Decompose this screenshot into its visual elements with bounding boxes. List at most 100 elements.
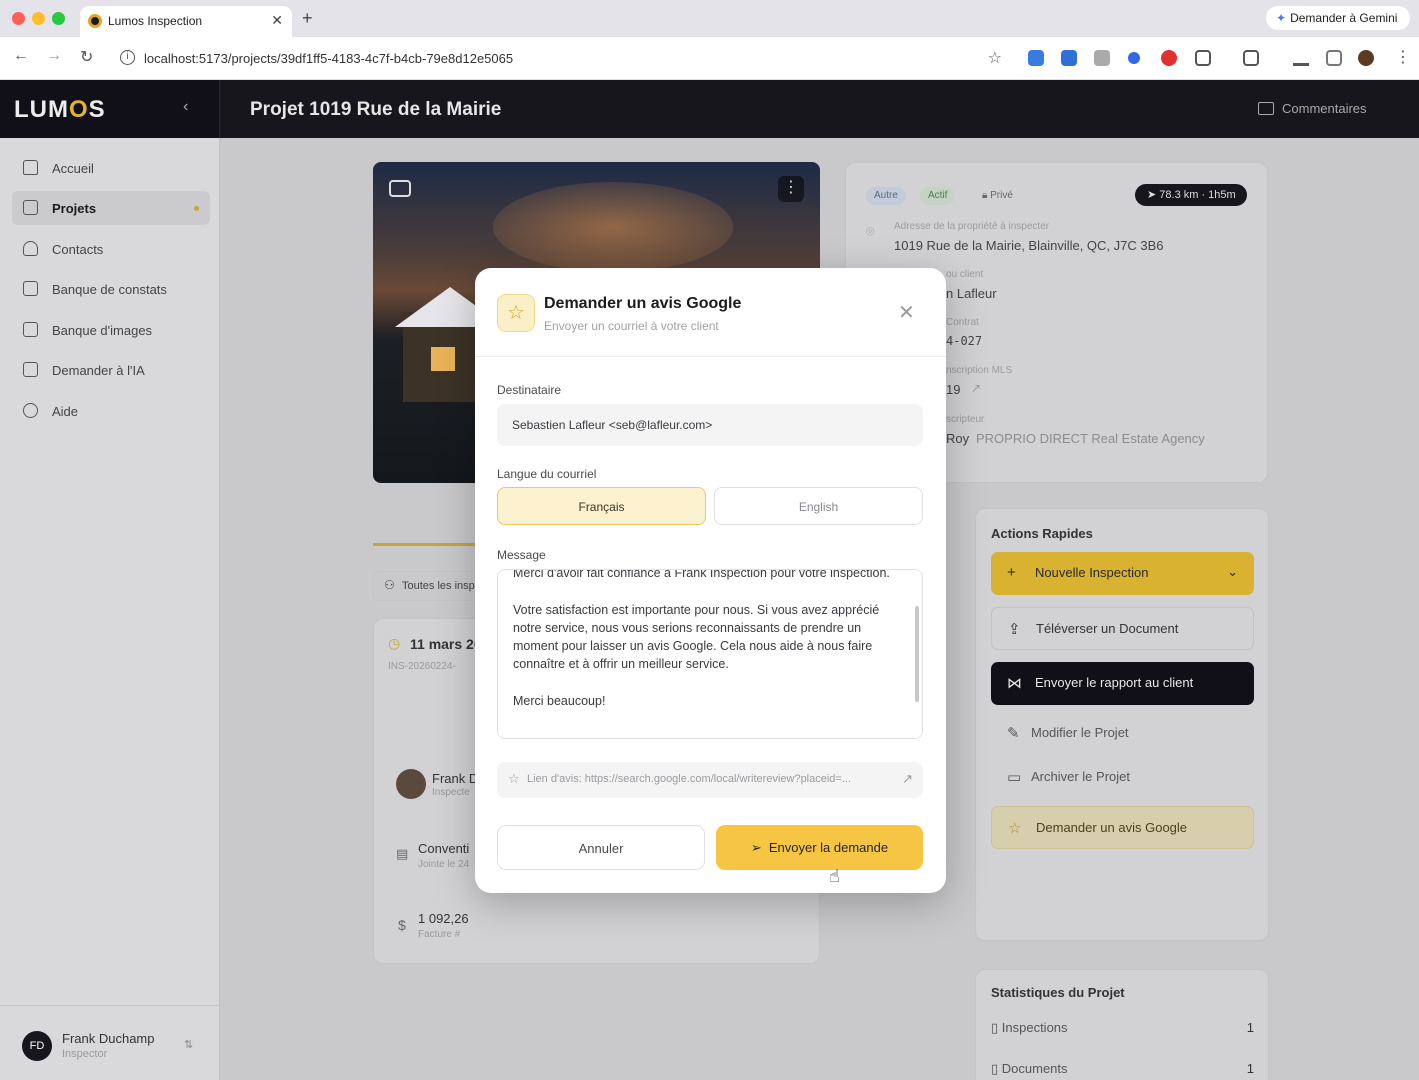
gemini-button[interactable]: ✦ Demander à Gemini	[1266, 6, 1410, 30]
message-label: Message	[497, 548, 546, 562]
external-link-icon[interactable]: ↗	[971, 381, 981, 395]
sidebar-item-banque-constats[interactable]: Banque de constats	[12, 272, 210, 306]
comments-label: Commentaires	[1282, 101, 1367, 116]
home-icon	[23, 160, 38, 175]
client-value: n Lafleur	[946, 286, 997, 301]
profile-avatar[interactable]	[1358, 50, 1374, 66]
send-icon: ➢	[750, 840, 762, 855]
download-icon[interactable]	[1293, 50, 1309, 66]
archive-project-button[interactable]: ▭ Archiver le Projet	[991, 756, 1254, 799]
tab-search-icon[interactable]	[1243, 50, 1259, 66]
reload-icon[interactable]: ↻	[80, 47, 93, 67]
extension-dot-icon[interactable]	[1128, 52, 1140, 64]
upload-document-button[interactable]: ⇪ Téléverser un Document	[991, 607, 1254, 650]
folder-icon	[23, 200, 38, 215]
edit-project-button[interactable]: ✎ Modifier le Projet	[991, 712, 1254, 755]
message-textarea[interactable]: Merci d'avoir fait confiance à Frank Ins…	[497, 569, 923, 739]
comments-button[interactable]: Commentaires	[1258, 101, 1367, 116]
users-icon: ⚇	[384, 578, 395, 592]
filter-label: Toutes les insp	[402, 580, 475, 592]
language-french-button[interactable]: Français	[497, 487, 706, 525]
sidebar-item-label: Banque d'images	[52, 323, 153, 338]
stat-label: Inspections	[1001, 1020, 1068, 1035]
send-report-button[interactable]: ⋈ Envoyer le rapport au client	[991, 662, 1254, 705]
location-pin-icon: ⌾	[866, 223, 875, 239]
sidebar-item-label: Banque de constats	[52, 282, 167, 297]
favicon-icon	[88, 14, 102, 28]
recipient-field[interactable]: Sebastien Lafleur <seb@lafleur.com>	[497, 404, 923, 446]
stat-value: 1	[1246, 1061, 1254, 1076]
close-tab-icon[interactable]: ✕	[271, 12, 283, 29]
site-info-icon[interactable]: i	[120, 50, 135, 65]
collapse-sidebar-icon[interactable]: ‹	[183, 98, 188, 116]
stat-row-documents: ▯ Documents 1	[991, 1061, 1254, 1077]
external-link-icon[interactable]: ↗	[902, 771, 913, 787]
sidebar-item-label: Accueil	[52, 161, 94, 176]
gemini-label: Demander à Gemini	[1290, 11, 1398, 25]
button-label: Modifier le Projet	[1031, 725, 1129, 740]
sidebar-item-accueil[interactable]: Accueil	[12, 151, 210, 185]
quick-actions-card: Actions Rapides + Nouvelle Inspection ⌄ ⇪ T…	[975, 508, 1269, 941]
status-badge: Autre	[866, 187, 906, 205]
review-link-text: Lien d'avis: https://search.google.com/l…	[527, 773, 852, 785]
button-label: Téléverser un Document	[1036, 621, 1179, 636]
address-value: 1019 Rue de la Mairie, Blainville, QC, J…	[894, 238, 1164, 253]
cancel-button[interactable]: Annuler	[497, 825, 705, 870]
close-window-button[interactable]	[12, 12, 25, 25]
extension-red-icon[interactable]	[1161, 50, 1177, 66]
sidebar-item-banque-images[interactable]: Banque d'images	[12, 313, 210, 347]
sidebar-item-projets[interactable]: Projets	[12, 191, 210, 225]
button-label: Demander un avis Google	[1036, 820, 1188, 835]
extension-camera-icon[interactable]	[1094, 50, 1110, 66]
mls-value: 19	[946, 382, 961, 397]
inspector-role: Inspecte	[432, 787, 470, 798]
project-stats-card: Statistiques du Projet ▯ Inspections 1 ▯ …	[975, 969, 1269, 1080]
extension-blue-icon[interactable]	[1061, 50, 1077, 66]
dollar-icon: $	[398, 917, 406, 933]
media-icon[interactable]	[1326, 50, 1342, 66]
back-icon[interactable]: ←	[13, 47, 29, 65]
plus-icon: +	[1007, 564, 1016, 581]
sidebar-item-demander-ia[interactable]: Demander à l'IA	[12, 353, 210, 387]
bookmark-star-icon[interactable]: ☆	[988, 48, 1002, 68]
google-review-button[interactable]: ☆ Demander un avis Google	[991, 806, 1254, 849]
language-english-button[interactable]: English	[714, 487, 923, 525]
user-menu[interactable]: FD Frank Duchamp Inspector ⇅	[0, 1005, 220, 1080]
forward-icon[interactable]: →	[46, 47, 62, 65]
dialog-subtitle: Envoyer un courriel à votre client	[544, 319, 719, 333]
more-options-icon[interactable]: ⋮	[778, 176, 804, 202]
browser-tab[interactable]: Lumos Inspection ✕	[80, 6, 292, 37]
extension-table-icon[interactable]	[1028, 50, 1044, 66]
sidebar-item-contacts[interactable]: Contacts	[12, 232, 210, 266]
sidebar-item-aide[interactable]: Aide	[12, 394, 210, 428]
lock-icon: 🔒︎	[982, 190, 991, 201]
review-link-field: ☆ Lien d'avis: https://search.google.com…	[497, 762, 923, 798]
distance-badge: ➤ 78.3 km · 1h5m	[1135, 184, 1247, 206]
send-request-button[interactable]: ➢ Envoyer la demande	[716, 825, 923, 870]
minimize-window-button[interactable]	[32, 12, 45, 25]
maximize-window-button[interactable]	[52, 12, 65, 25]
new-tab-button[interactable]: +	[302, 8, 313, 29]
url-text: localhost:5173/projects/39df1ff5-4183-4c…	[144, 51, 514, 66]
camera-icon[interactable]	[389, 180, 411, 197]
stat-value: 1	[1246, 1020, 1254, 1035]
browser-menu-icon[interactable]: ⋮	[1395, 47, 1411, 67]
document-date: Jointe le 24	[418, 859, 470, 870]
close-icon[interactable]: ✕	[898, 300, 915, 325]
google-review-dialog: ☆ Demander un avis Google Envoyer un cou…	[475, 268, 946, 893]
stats-title: Statistiques du Projet	[991, 985, 1125, 1000]
sidebar-item-label: Aide	[52, 404, 79, 419]
invoice-amount: 1 092,26	[418, 911, 469, 926]
new-inspection-button[interactable]: + Nouvelle Inspection ⌄	[991, 552, 1254, 595]
scrollbar[interactable]	[915, 606, 919, 702]
inspection-filter[interactable]: ⚇ Toutes les insp	[373, 571, 483, 601]
mouse-cursor-icon: ☝	[829, 866, 840, 886]
archive-icon: ▭	[1007, 769, 1022, 786]
browser-tab-title: Lumos Inspection	[108, 14, 203, 28]
extensions-puzzle-icon[interactable]	[1195, 50, 1211, 66]
sparkle-icon: ✦	[1276, 11, 1287, 25]
button-label: Envoyer le rapport au client	[1035, 675, 1194, 690]
privacy-label: Privé	[990, 190, 1013, 201]
address-bar[interactable]: i localhost:5173/projects/39df1ff5-4183-…	[110, 43, 1010, 73]
stat-row-inspections: ▯ Inspections 1	[991, 1020, 1254, 1036]
